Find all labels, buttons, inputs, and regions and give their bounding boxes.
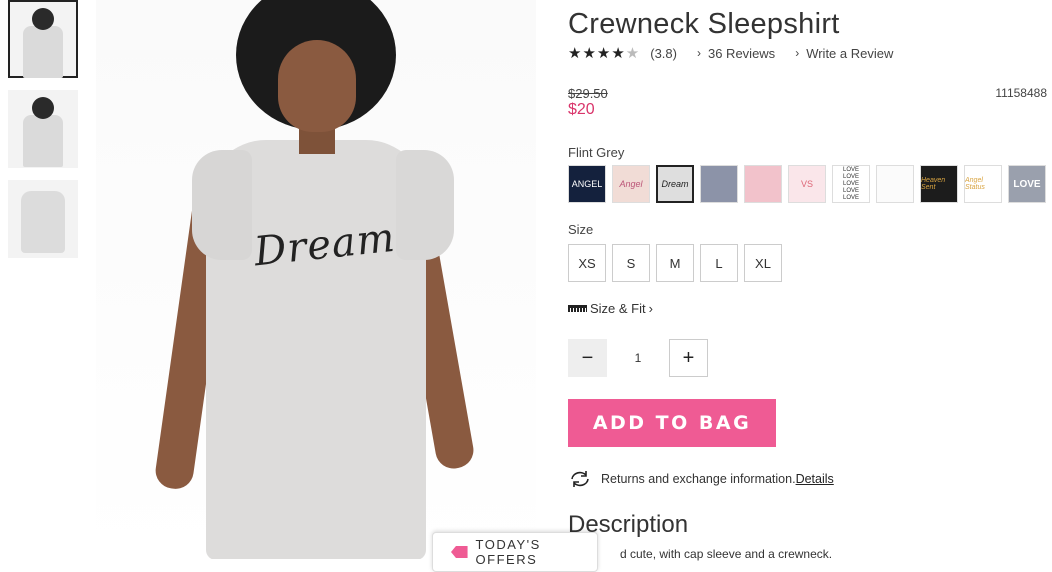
star-rating-icon: ★★★★★ <box>568 45 641 62</box>
size-m-button[interactable]: M <box>656 244 694 282</box>
color-swatch[interactable]: LOVE <box>1008 165 1046 203</box>
thumbnail-image <box>32 97 54 119</box>
ruler-icon <box>568 305 587 312</box>
product-sku: 11158488 <box>995 86 1047 100</box>
original-price: $29.50 <box>568 86 608 101</box>
rating-value: (3.8) <box>650 45 677 61</box>
chevron-right-icon: › <box>795 46 800 60</box>
add-to-bag-button[interactable]: ADD TO BAG <box>568 399 776 447</box>
write-review-link[interactable]: Write a Review <box>806 46 893 61</box>
quantity-stepper: − 1 + <box>568 339 708 377</box>
color-swatch[interactable]: VS <box>788 165 826 203</box>
color-swatch[interactable]: ANGEL <box>568 165 606 203</box>
color-swatch-selected[interactable]: Dream <box>656 165 694 203</box>
selected-color-label: Flint Grey <box>568 145 625 160</box>
color-swatch[interactable] <box>876 165 914 203</box>
size-s-button[interactable]: S <box>612 244 650 282</box>
color-swatch[interactable]: LOVE LOVE LOVE LOVE LOVE <box>832 165 870 203</box>
color-swatch[interactable]: Angel Status <box>964 165 1002 203</box>
size-options: XS S M L XL <box>568 244 788 282</box>
thumbnail-flat[interactable] <box>8 180 78 258</box>
todays-offers-button[interactable]: TODAY'S OFFERS <box>432 532 598 572</box>
thumbnail-image <box>23 115 63 167</box>
color-swatch[interactable]: Heaven Sent <box>920 165 958 203</box>
color-swatch[interactable] <box>744 165 782 203</box>
quantity-value[interactable]: 1 <box>607 351 669 365</box>
tag-icon <box>451 546 468 558</box>
thumbnail-image <box>23 26 63 78</box>
size-fit-label: Size & Fit <box>590 301 646 316</box>
size-label: Size <box>568 222 594 237</box>
exchange-icon <box>571 471 589 487</box>
sleeve-figure <box>192 150 252 260</box>
product-title: Crewneck Sleepshirt <box>568 8 840 40</box>
todays-offers-label: TODAY'S OFFERS <box>475 537 541 567</box>
color-swatch[interactable]: Angel <box>612 165 650 203</box>
size-xl-button[interactable]: XL <box>744 244 782 282</box>
product-main-image: Dream <box>96 0 536 559</box>
size-xs-button[interactable]: XS <box>568 244 606 282</box>
returns-text: Returns and exchange information. <box>601 472 796 486</box>
thumbnail-front[interactable] <box>8 0 78 78</box>
quantity-decrease-button[interactable]: − <box>568 339 607 377</box>
returns-details-link[interactable]: Details <box>796 472 834 486</box>
size-fit-link[interactable]: Size & Fit › <box>568 301 653 316</box>
reviews-link[interactable]: 36 Reviews <box>708 46 775 61</box>
model-face <box>278 40 356 132</box>
thumbnail-side[interactable] <box>8 90 78 168</box>
thumbnail-image <box>21 191 65 253</box>
color-swatches: ANGEL Angel Dream VS LOVE LOVE LOVE LOVE… <box>568 165 1052 203</box>
size-l-button[interactable]: L <box>700 244 738 282</box>
chevron-right-icon: › <box>696 46 701 60</box>
rating-row: ★★★★★ (3.8) › 36 Reviews › Write a Revie… <box>568 44 893 62</box>
color-swatch[interactable] <box>700 165 738 203</box>
returns-info: Returns and exchange information. Detail… <box>568 470 834 488</box>
sleeve-figure <box>396 150 454 260</box>
quantity-increase-button[interactable]: + <box>669 339 708 377</box>
chevron-right-icon: › <box>648 301 653 316</box>
thumbnail-image <box>32 8 54 30</box>
thumbnail-list <box>8 0 80 270</box>
sale-price: $20 <box>568 101 595 118</box>
